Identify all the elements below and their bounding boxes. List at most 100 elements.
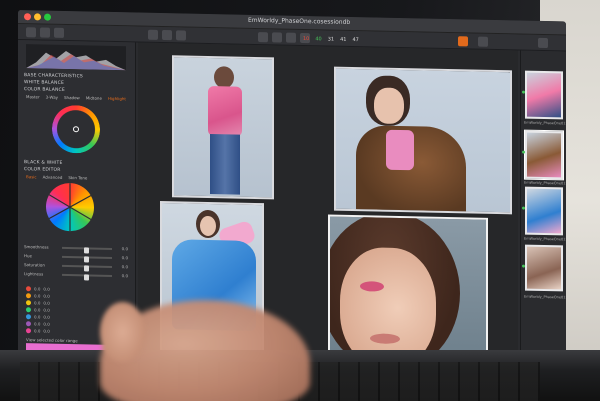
- slider-track[interactable]: [62, 246, 112, 254]
- photo-closeup-face[interactable]: [328, 214, 488, 366]
- zoom-window-button[interactable]: [44, 13, 51, 21]
- slider-label: Hue: [24, 253, 33, 259]
- slider-value: 0.0: [121, 264, 128, 270]
- color-dot-icon: [26, 300, 31, 306]
- slider-knob[interactable]: [84, 247, 89, 254]
- browser-thumbnail[interactable]: [525, 70, 563, 120]
- rotate-icon[interactable]: [176, 30, 186, 41]
- color-value: 0.0: [43, 300, 50, 306]
- section-black-white[interactable]: BLACK & WHITE: [24, 160, 63, 166]
- section-color-editor[interactable]: COLOR EDITOR: [24, 167, 61, 173]
- color-value: 0.0: [43, 314, 50, 320]
- color-dot-icon: [26, 321, 31, 327]
- library-icon[interactable]: [26, 27, 36, 38]
- view-selected-range-label[interactable]: View selected color range: [26, 337, 78, 343]
- color-value: 0.0: [34, 321, 41, 327]
- section-color-balance[interactable]: COLOR BALANCE: [24, 87, 65, 93]
- image-browser: EmWorldy_PhaseOne0134.IIQ EmWorldy_PhaseO…: [520, 50, 566, 366]
- section-white-balance[interactable]: WHITE BALANCE: [24, 80, 64, 86]
- tab-basic[interactable]: Basic: [26, 174, 37, 179]
- color-value: 0.0: [34, 286, 41, 292]
- process-icon[interactable]: [458, 36, 468, 47]
- section-base-characteristics[interactable]: BASE CHARACTERISTICS: [24, 73, 83, 79]
- color-value: 0.0: [43, 293, 50, 299]
- thumbnail-filename: EmWorldy_PhaseOne0135.IIQ: [524, 180, 566, 186]
- tab-midtone[interactable]: Midtone: [86, 95, 102, 100]
- slider-value: 0.0: [121, 246, 128, 252]
- color-value: 0.0: [43, 307, 50, 313]
- color-value: 0.0: [43, 328, 50, 334]
- thumbnail-image: [527, 72, 561, 118]
- slider-track[interactable]: [62, 255, 112, 263]
- crop-icon[interactable]: [162, 30, 172, 41]
- cursor-icon[interactable]: [148, 29, 158, 40]
- tab-3-way[interactable]: 3-Way: [46, 95, 58, 100]
- slider-hue: Hue 0.0: [24, 253, 128, 263]
- count-all: 31: [327, 36, 335, 43]
- slider-track[interactable]: [62, 264, 112, 272]
- wheel-segments: [48, 183, 92, 232]
- thumbnail-image: [527, 188, 561, 234]
- color-dot-icon: [26, 293, 31, 299]
- user-finger: [100, 302, 145, 362]
- tab-shadow[interactable]: Shadow: [64, 95, 80, 100]
- slider-value: 0.0: [121, 255, 128, 261]
- import-icon[interactable]: [40, 27, 50, 38]
- loupe-icon[interactable]: [258, 32, 268, 43]
- wheel-handle[interactable]: [73, 126, 79, 133]
- color-value: 0.0: [43, 286, 50, 292]
- slider-lightness: Lightness 0.0: [24, 271, 128, 281]
- slider-saturation: Saturation 0.0: [24, 262, 128, 272]
- green-tag-icon: [522, 90, 525, 94]
- count-green: 40: [315, 36, 322, 43]
- histogram: [26, 44, 126, 71]
- color-dot-icon: [26, 286, 31, 292]
- count-total: 47: [352, 37, 359, 44]
- color-balance-mode-tabs: Master 3-Way Shadow Midtone Highlight: [26, 94, 126, 101]
- browser-thumbnail[interactable]: [525, 186, 563, 236]
- green-tag-icon: [522, 150, 525, 154]
- thumbnail-image: [527, 132, 561, 178]
- slider-label: Saturation: [24, 262, 45, 268]
- slider-label: Smoothness: [24, 244, 49, 250]
- tab-highlight[interactable]: Highlight: [108, 96, 126, 101]
- browser-thumbnail[interactable]: [524, 129, 564, 181]
- close-window-button[interactable]: [24, 13, 31, 21]
- zoom-icon[interactable]: [478, 36, 488, 47]
- color-dot-icon: [26, 307, 31, 313]
- brush-icon[interactable]: [272, 32, 282, 43]
- photo-thumbnail-pink-coat[interactable]: [172, 55, 274, 200]
- slider-smoothness: Smoothness 0.0: [24, 244, 128, 254]
- color-value: 0.0: [34, 293, 41, 299]
- eraser-icon[interactable]: [286, 32, 296, 43]
- slider-knob[interactable]: [84, 265, 89, 272]
- green-tag-icon: [522, 206, 525, 210]
- color-editor-tabs: Basic Advanced Skin Tone: [26, 174, 87, 180]
- green-tag-icon: [522, 264, 525, 268]
- color-dot-icon: [26, 314, 31, 320]
- slider-knob[interactable]: [84, 256, 89, 263]
- color-value: 0.0: [34, 307, 41, 313]
- window-title: EmWorldy_PhaseOne.cosessiondb: [248, 16, 351, 26]
- thumbnail-image: [527, 246, 561, 290]
- color-value: 0.0: [34, 328, 41, 334]
- slider-knob[interactable]: [84, 274, 89, 281]
- color-value: 0.0: [34, 314, 41, 320]
- tab-advanced[interactable]: Advanced: [43, 175, 63, 180]
- tab-master[interactable]: Master: [26, 94, 40, 99]
- window-controls: [24, 13, 51, 21]
- capture-icon[interactable]: [54, 27, 64, 38]
- thumbnail-filename: EmWorldy_PhaseOne0138.IIQ: [524, 294, 566, 300]
- settings-icon[interactable]: [538, 37, 548, 49]
- color-value: 0.0: [43, 321, 50, 327]
- image-counts: 10 40 31 41 47: [303, 36, 359, 43]
- minimize-window-button[interactable]: [34, 13, 41, 21]
- slider-label: Lightness: [24, 271, 44, 277]
- slider-track[interactable]: [62, 273, 112, 281]
- browser-thumbnail[interactable]: [525, 244, 563, 292]
- tab-skin-tone[interactable]: Skin Tone: [68, 175, 87, 180]
- color-value: 0.0: [34, 300, 41, 306]
- thumbnail-filename: EmWorldy_PhaseOne0136.IIQ: [524, 236, 566, 242]
- color-dot-icon: [26, 328, 31, 334]
- photo-fur-coat[interactable]: [334, 66, 512, 215]
